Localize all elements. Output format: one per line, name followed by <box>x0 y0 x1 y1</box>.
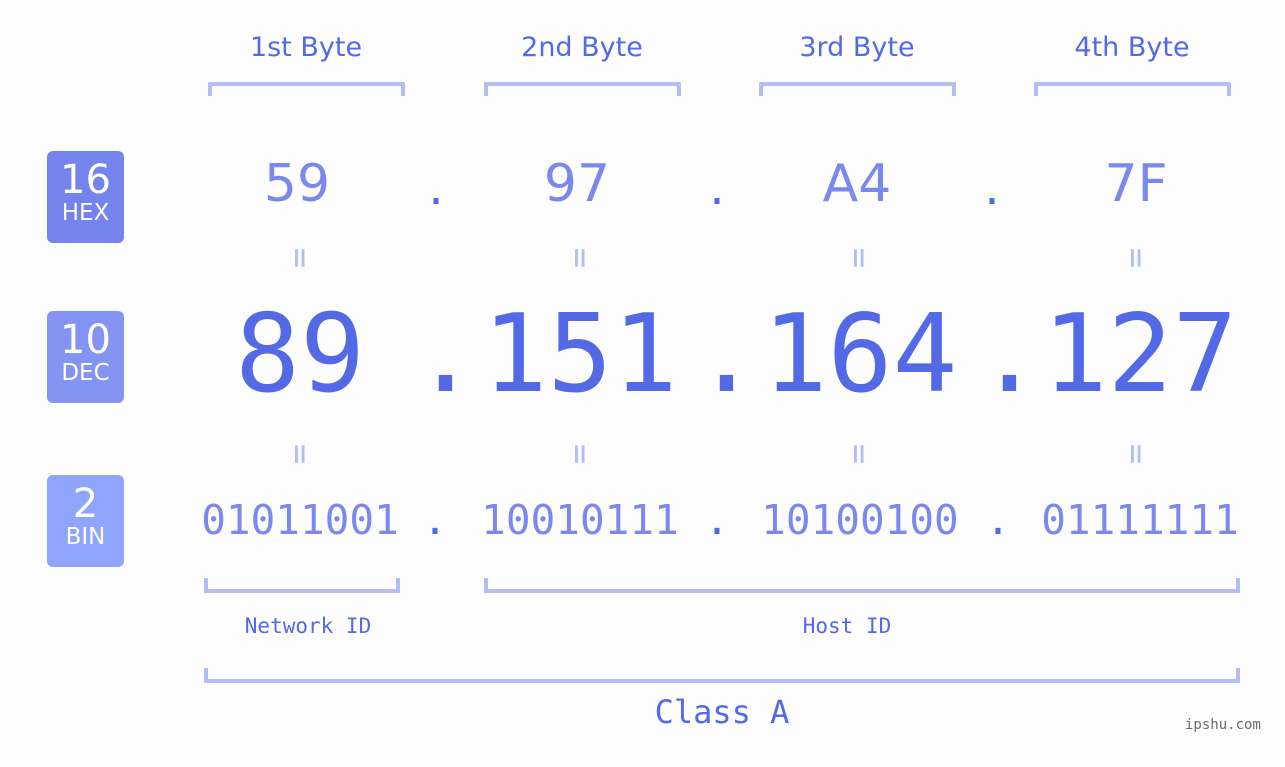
equals-icon: = <box>560 247 600 269</box>
dec-value-2: 151 <box>482 292 678 417</box>
equals-icon: = <box>1116 247 1156 269</box>
hex-dot-3: . <box>984 160 1000 216</box>
hex-dot-2: . <box>709 160 725 216</box>
hex-value-1: 59 <box>263 154 331 214</box>
dec-base: 10 <box>60 317 111 363</box>
byte-label-3: 3rd Byte <box>799 32 915 63</box>
class-bracket <box>204 668 1240 683</box>
bin-value-2: 10010111 <box>481 496 679 544</box>
network-id-label: Network ID <box>244 614 372 638</box>
bin-dot-2: . <box>704 496 730 544</box>
hex-label: HEX <box>61 200 110 226</box>
byte-label-1: 1st Byte <box>249 32 363 63</box>
hex-value-3: A4 <box>822 154 892 214</box>
equals-icon: = <box>280 443 320 465</box>
bin-value-4: 01111111 <box>1041 496 1239 544</box>
equals-icon: = <box>839 443 879 465</box>
dec-label: DEC <box>61 360 110 386</box>
dec-dot-2: . <box>694 292 760 417</box>
host-id-label: Host ID <box>802 614 892 638</box>
dec-value-3: 164 <box>762 292 958 417</box>
host-id-bracket <box>484 578 1240 593</box>
byte-bracket-4 <box>1034 82 1231 96</box>
bin-badge: 2 BIN <box>47 475 124 567</box>
bin-label: BIN <box>65 524 106 550</box>
hex-value-4: 7F <box>1104 154 1168 214</box>
equals-icon: = <box>1116 443 1156 465</box>
equals-icon: = <box>280 247 320 269</box>
equals-icon: = <box>839 247 879 269</box>
bin-dot-3: . <box>985 496 1011 544</box>
dec-value-1: 89 <box>234 292 366 417</box>
bin-value-1: 01011001 <box>201 496 399 544</box>
hex-dot-1: . <box>428 160 444 216</box>
hex-value-2: 97 <box>543 154 611 214</box>
dec-badge: 10 DEC <box>47 311 124 403</box>
dec-value-4: 127 <box>1042 292 1238 417</box>
watermark: ipshu.com <box>1185 717 1261 733</box>
hex-badge: 16 HEX <box>47 151 124 243</box>
byte-bracket-2 <box>484 82 681 96</box>
equals-icon: = <box>560 443 600 465</box>
bin-base: 2 <box>72 481 99 527</box>
byte-label-4: 4th Byte <box>1074 32 1190 63</box>
dec-dot-1: . <box>413 292 479 417</box>
hex-base: 16 <box>60 157 111 203</box>
byte-bracket-3 <box>759 82 956 96</box>
dec-dot-3: . <box>977 292 1043 417</box>
bin-dot-1: . <box>422 496 448 544</box>
byte-bracket-1 <box>208 82 405 96</box>
class-label: Class A <box>654 693 790 731</box>
bin-value-3: 10100100 <box>761 496 959 544</box>
byte-label-2: 2nd Byte <box>521 32 643 63</box>
network-id-bracket <box>204 578 400 593</box>
